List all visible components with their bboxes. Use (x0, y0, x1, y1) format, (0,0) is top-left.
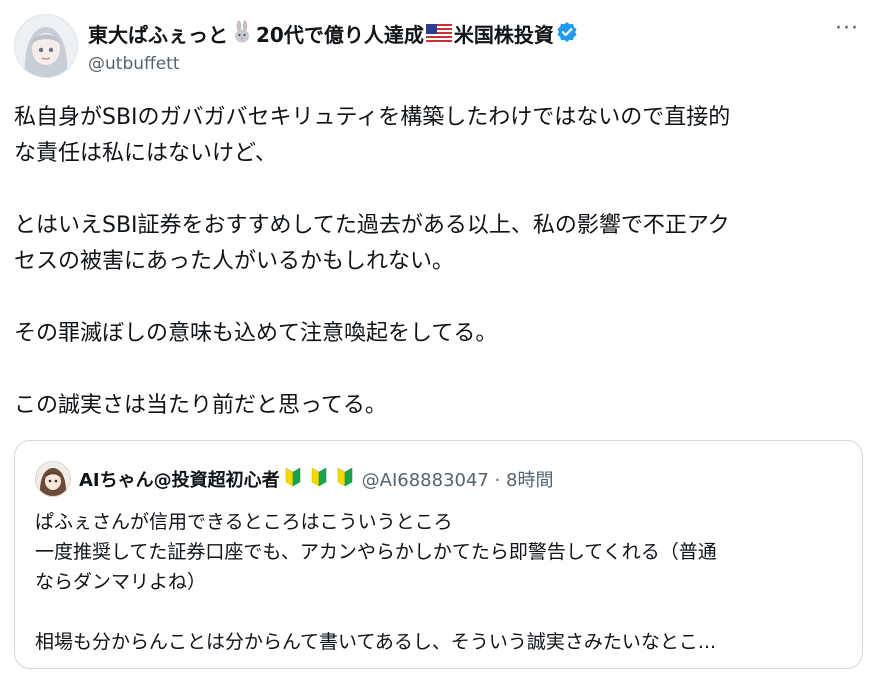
author-name-part: 東大ぱふぇっと (88, 23, 228, 47)
beginner-mark-icon (336, 466, 354, 492)
tweet-line: とはいえSBI証券をおすすめしてた過去がある以上、私の影響で不正アク (14, 213, 730, 238)
tweet-line: この誠実さは当たり前だと思ってる。 (14, 393, 387, 418)
avatar-illustration-icon (15, 15, 77, 77)
quoted-line: ぱふぇさんが信用できるところはこういうところ (35, 511, 453, 533)
tweet-line: その罪滅ぼしの意味も込めて注意喚起をしてる。 (14, 321, 498, 346)
author-name-part: 米国株投資 (453, 23, 554, 47)
beginner-mark-icon (284, 466, 302, 492)
us-flag-icon (425, 22, 452, 48)
quoted-avatar-illustration-icon (36, 462, 70, 496)
tweet-line: な責任は私にはないけど、 (14, 141, 277, 166)
quoted-line: 一度推奨してた証券口座でも、アカンやらかしかてたら即警告してくれる（普通 (35, 541, 717, 563)
quoted-line: ならダンマリよね） (35, 571, 207, 593)
author-name-part: 20代で億り人達成 (256, 23, 424, 47)
author-handle[interactable]: @utbuffett (88, 54, 578, 74)
beginner-mark-icon (310, 466, 328, 492)
verified-badge-icon[interactable] (556, 21, 578, 49)
quoted-author-name[interactable]: AIちゃん@投資超初心者 (79, 466, 280, 492)
quoted-tweet-header: AIちゃん@投資超初心者 @AI68883047 · 8時間 (35, 461, 554, 497)
quoted-line: 相場も分からんことは分からんて書いてあるし、そういう誠実さみたいなとこ... (35, 631, 717, 653)
more-options-button[interactable]: ··· (835, 16, 859, 41)
quoted-author-avatar[interactable] (35, 461, 71, 497)
author-avatar[interactable] (14, 14, 78, 78)
quoted-tweet-card[interactable]: AIちゃん@投資超初心者 @AI68883047 · 8時間 ぱふぇさんが信用で… (14, 440, 863, 669)
rabbit-emoji-icon (230, 20, 254, 50)
quoted-tweet-text: ぱふぇさんが信用できるところはこういうところ 一度推奨してた証券口座でも、アカン… (35, 507, 850, 657)
author-display-name[interactable]: 東大ぱふぇっと 20代で億り人達成 米国株投資 (88, 20, 578, 50)
tweet-line: セスの被害にあった人がいるかもしれない。 (14, 249, 455, 274)
tweet-header: 東大ぱふぇっと 20代で億り人達成 米国株投資 @utbuffett ··· (14, 14, 859, 78)
tweet-text: 私自身がSBIのガバガバセキリュティを構築したわけではないので直接的 な責任は私… (14, 100, 854, 424)
tweet-line: 私自身がSBIのガバガバセキリュティを構築したわけではないので直接的 (14, 105, 731, 130)
quoted-tweet-meta[interactable]: @AI68883047 · 8時間 (362, 466, 554, 492)
